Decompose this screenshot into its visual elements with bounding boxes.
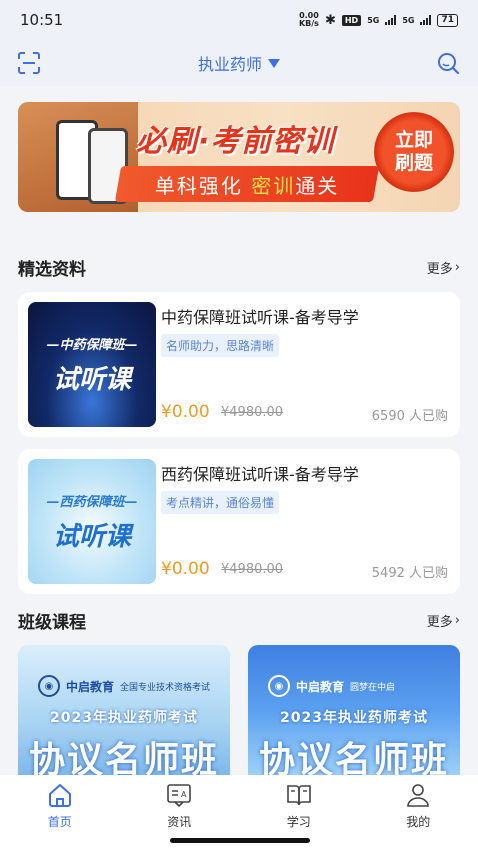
signal-icon-2 bbox=[420, 15, 432, 25]
bluetooth-icon: ✱ bbox=[324, 12, 336, 28]
course-title: 中药保障班试听课-备考导学 bbox=[161, 308, 359, 327]
course-tag: 考点精讲，通俗易懂 bbox=[161, 491, 280, 514]
class-course-card[interactable]: ◉ 中启教育 全国专业技术资格考试 2023年执业药师考试 协议名师班 bbox=[18, 645, 230, 775]
course-sold-count: 6590 人已购 bbox=[371, 409, 448, 424]
course-thumbnail: —中药保障班— 试听课 bbox=[28, 302, 156, 427]
svg-text:A: A bbox=[181, 790, 187, 799]
signal-icon bbox=[385, 15, 397, 25]
course-price: ¥0.00 bbox=[161, 402, 210, 422]
classes-more-link[interactable]: 更多 › bbox=[427, 611, 460, 630]
section-title: 精选资料 bbox=[18, 259, 86, 280]
section-title: 班级课程 bbox=[18, 612, 86, 633]
banner-cta-button[interactable]: 立即 刷题 bbox=[374, 112, 454, 192]
book-icon bbox=[286, 785, 311, 806]
top-header: 执业药师 bbox=[0, 40, 478, 86]
chevron-right-icon: › bbox=[454, 612, 460, 628]
news-icon: A bbox=[167, 784, 192, 808]
course-price: ¥0.00 bbox=[161, 559, 210, 579]
status-time: 10:51 bbox=[20, 11, 64, 29]
class-brand: ◉ 中启教育 全国专业技术资格考试 bbox=[38, 675, 210, 697]
search-icon[interactable] bbox=[436, 51, 460, 75]
banner-ribbon: 单科强化 密训通关 bbox=[114, 166, 380, 202]
banner-headline: 必刷·考前密训 bbox=[136, 124, 335, 159]
class-brand: ◉ 中启教育 圆梦在中启 bbox=[268, 675, 395, 697]
chevron-right-icon: › bbox=[454, 259, 460, 275]
class-year: 2023年执业药师考试 bbox=[280, 710, 428, 726]
exam-selector-label: 执业药师 bbox=[197, 55, 262, 74]
brand-logo-icon: ◉ bbox=[38, 675, 60, 697]
course-title: 西药保障班试听课-备考导学 bbox=[161, 465, 359, 484]
home-indicator bbox=[170, 838, 310, 843]
battery-icon: 71 bbox=[437, 13, 458, 27]
hd-badge: HD bbox=[341, 14, 362, 26]
course-tag: 名师助力，思路清晰 bbox=[161, 334, 280, 357]
status-icons: 0.00 KB/s ✱ HD 5G 5G 71 bbox=[299, 12, 458, 28]
featured-section-header: 精选资料 更多 › bbox=[18, 252, 460, 282]
exam-selector[interactable]: 执业药师 bbox=[198, 51, 280, 75]
tab-profile[interactable]: 我的 bbox=[359, 775, 478, 850]
scan-icon[interactable] bbox=[18, 52, 40, 74]
course-thumbnail: —西药保障班— 试听课 bbox=[28, 459, 156, 584]
caret-down-icon bbox=[268, 58, 280, 68]
brand-logo-icon: ◉ bbox=[268, 675, 290, 697]
signal-5g-label-2: 5G bbox=[402, 15, 415, 25]
featured-more-link[interactable]: 更多 › bbox=[427, 258, 460, 277]
net-speed: 0.00 KB/s bbox=[298, 11, 319, 28]
classes-section-header: 班级课程 更多 › bbox=[18, 605, 460, 635]
class-course-card[interactable]: ◉ 中启教育 圆梦在中启 2023年执业药师考试 协议名师班 bbox=[248, 645, 460, 775]
signal-5g-label: 5G bbox=[367, 15, 380, 25]
tab-home[interactable]: 首页 bbox=[0, 775, 120, 850]
class-name: 协议名师班 bbox=[28, 740, 219, 775]
profile-icon bbox=[407, 784, 430, 807]
course-original-price: ¥4980.00 bbox=[221, 405, 284, 420]
promo-banner[interactable]: 必刷·考前密训 单科强化 密训通关 立即 刷题 bbox=[18, 102, 460, 212]
course-card[interactable]: —西药保障班— 试听课 西药保障班试听课-备考导学 考点精讲，通俗易懂 ¥0.0… bbox=[18, 449, 460, 594]
class-year: 2023年执业药师考试 bbox=[50, 710, 198, 726]
class-name: 协议名师班 bbox=[258, 740, 449, 775]
course-card[interactable]: —中药保障班— 试听课 中药保障班试听课-备考导学 名师助力，思路清晰 ¥0.0… bbox=[18, 292, 460, 437]
course-sold-count: 5492 人已购 bbox=[371, 566, 448, 581]
home-icon bbox=[48, 784, 71, 807]
course-original-price: ¥4980.00 bbox=[221, 562, 284, 577]
status-bar: 10:51 0.00 KB/s ✱ HD 5G 5G 71 bbox=[0, 0, 478, 40]
